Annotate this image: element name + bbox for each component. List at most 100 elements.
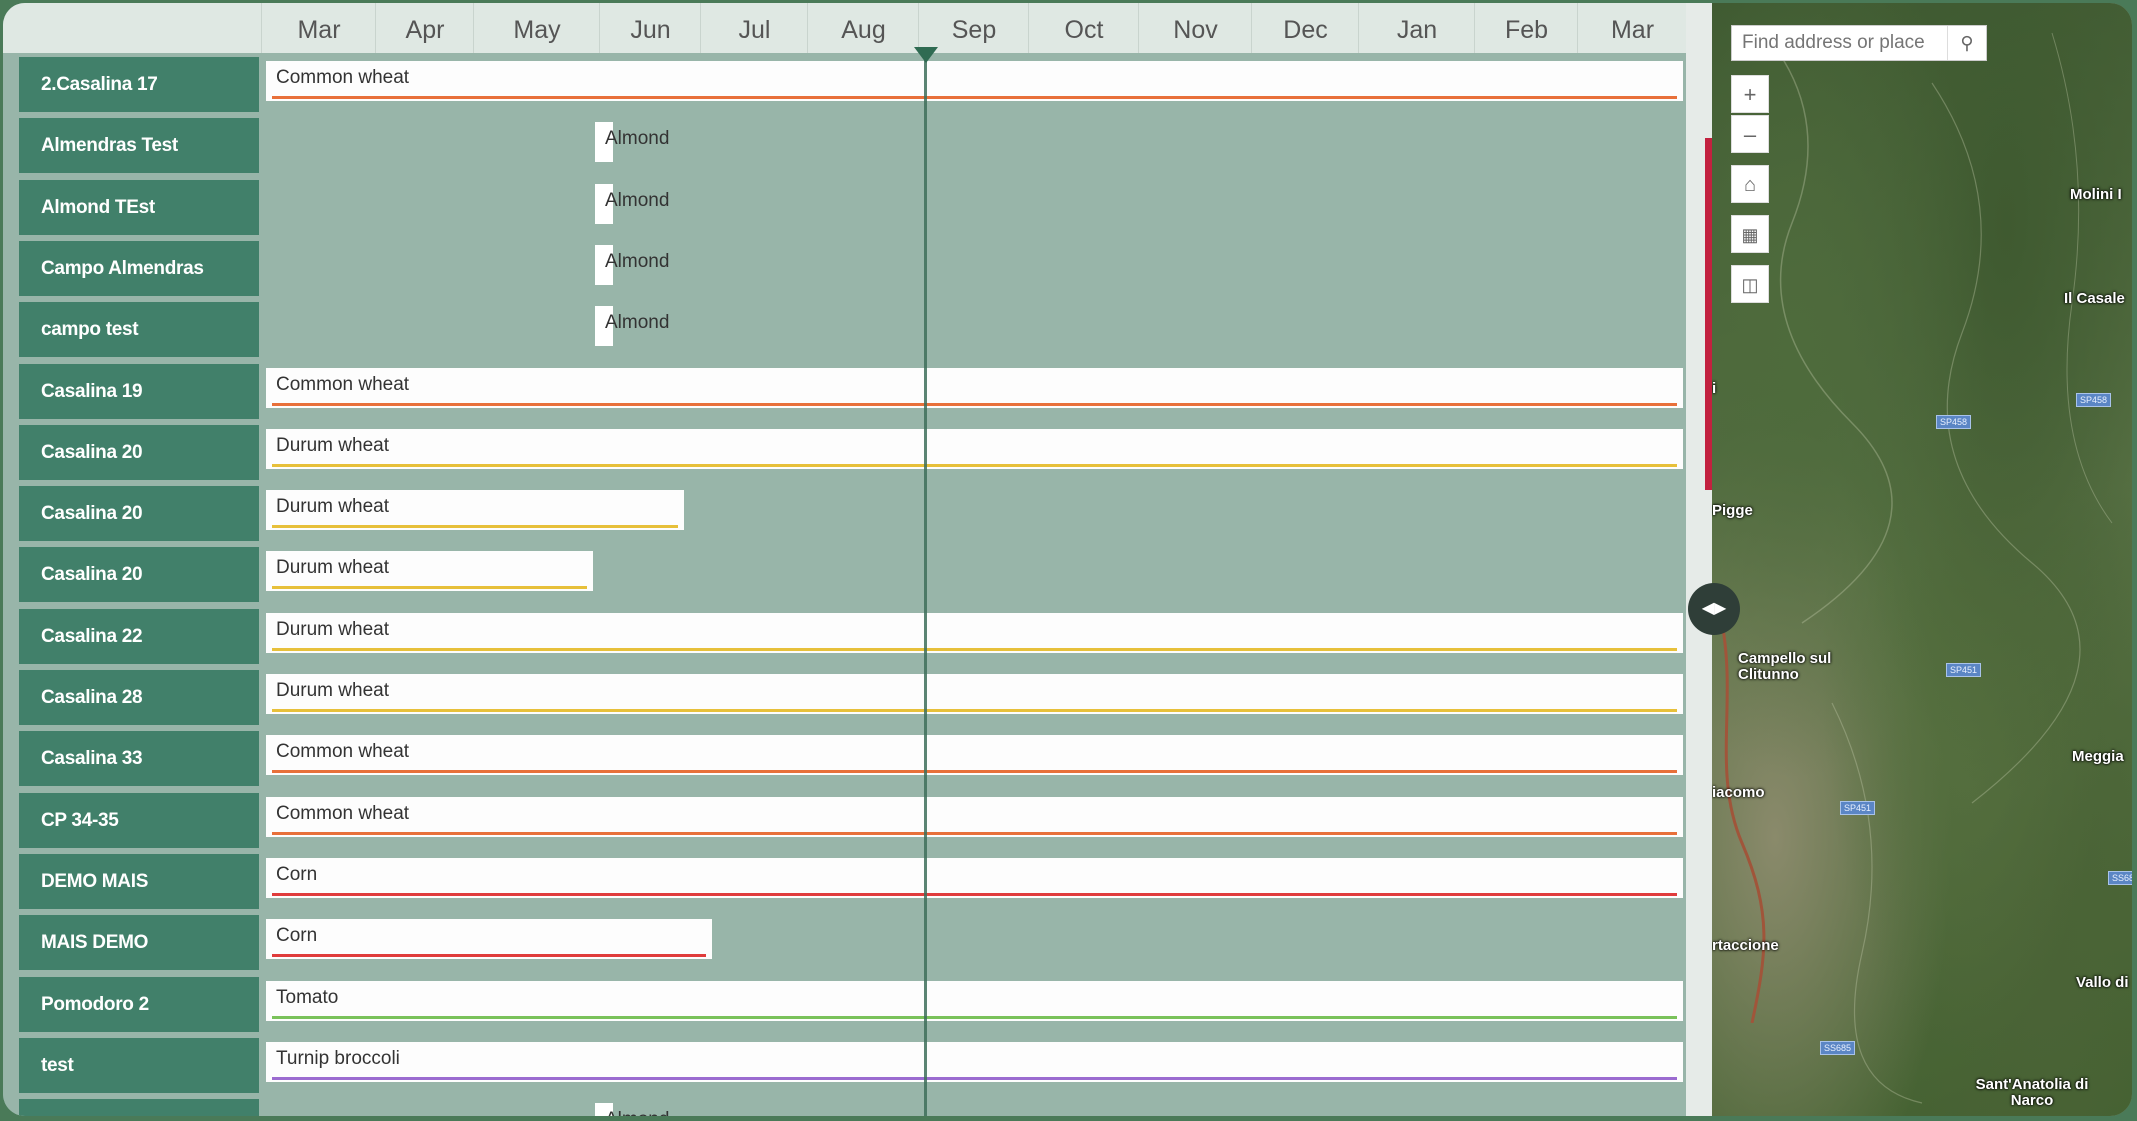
field-name-label[interactable]: MAIS DEMO [19,915,259,971]
gantt-row: Campo Almendras Almond [3,239,1686,300]
crop-name: Durum wheat [276,496,389,518]
field-name-label[interactable]: Casalina 33 [19,731,259,787]
field-name-label[interactable]: Pomodoro 2 [19,976,259,1032]
crop-color-line [272,402,1677,406]
field-name-label[interactable]: Casalina 20 [19,486,259,542]
field-name-label[interactable]: 2.Casalina 17 [19,57,259,112]
crop-name: Turnip broccoli [276,1047,400,1069]
map-place-label: Campello sul Clitunno [1738,650,1832,683]
field-name-label[interactable]: Almendras Test [19,118,259,174]
crop-cycle-bar[interactable]: Turnip broccoli [266,1041,1683,1082]
crop-name: Common wheat [276,67,410,88]
month-label: Mar [261,3,376,53]
app-frame: Mar Apr May Jun Jul Aug Sep Oct Nov Dec Jan Feb Mar … [3,3,2132,1116]
gantt-row: Almond [3,1097,1686,1116]
map-place-label: Il Casale [2064,290,2125,307]
gantt-row: Casalina 20 Durum wheat [3,423,1686,484]
crop-name: Durum wheat [276,434,389,456]
crop-cycle-bar[interactable]: Tomato [266,980,1683,1021]
road-number-badge: SP451 [1946,663,1982,677]
crop-cycle-bar[interactable]: Corn [266,857,1683,898]
map-place-label: Molini I [2070,186,2122,203]
month-label: Oct [1028,3,1139,53]
map-place-label: Pigge [1712,502,1753,519]
crop-color-line [272,647,1677,651]
crop-name: Almond [605,1109,669,1116]
field-name-label[interactable]: test [19,1037,259,1093]
timeline-header: Mar Apr May Jun Jul Aug Sep Oct Nov Dec Jan Feb Mar [3,3,1686,54]
satellite-map[interactable]: ⚲ + – ⌂ ▦ ◫ Molini I Il Casale i Pigge Campe… [1712,3,2132,1116]
crop-cycle-bar[interactable]: Durum wheat [266,612,1683,653]
zoom-out-button[interactable]: – [1731,115,1769,153]
crop-name: Almond [605,128,670,150]
scrollbar-thumb[interactable] [1705,138,1712,490]
compare-icon[interactable]: ◫ [1731,265,1769,303]
basemap-gallery-icon[interactable]: ▦ [1731,215,1769,253]
current-date-line [924,53,927,1116]
field-name-label[interactable]: DEMO MAIS [19,853,259,909]
home-icon[interactable]: ⌂ [1731,165,1769,203]
chevron-right-icon: ▶ [1714,600,1727,617]
month-label: Jan [1358,3,1475,53]
field-name-label[interactable]: Casalina 22 [19,608,259,664]
crop-cycle-bar[interactable]: Corn [266,919,712,960]
crop-cycle-bar[interactable]: Common wheat [266,367,1683,408]
crop-color-line [272,525,678,529]
gantt-row: Pomodoro 2 Tomato [3,975,1686,1036]
crop-name: Almond [605,250,670,272]
month-label: Jul [700,3,808,53]
field-name-label[interactable]: Casalina 20 [19,424,259,480]
field-name-label[interactable] [19,1099,259,1116]
gantt-row: Casalina 33 Common wheat [3,729,1686,790]
field-name-label[interactable]: CP 34-35 [19,792,259,848]
map-place-label: i [1712,380,1717,397]
month-label: May [473,3,600,53]
crop-color-line [272,892,1677,896]
crop-color-line [272,831,1677,835]
current-date-marker-icon[interactable] [914,47,938,63]
crop-cycle-bar[interactable]: Durum wheat [266,428,1683,469]
month-label: Sep [918,3,1029,53]
month-label: Mar [1577,3,1687,53]
field-name-label[interactable]: Almond TEst [19,179,259,235]
crop-cycle-bar[interactable]: Durum wheat [266,674,1683,714]
crop-color-line [272,1076,1677,1080]
crop-cycle-bar[interactable]: Durum wheat [266,490,684,531]
month-label: Apr [375,3,474,53]
crop-name: Durum wheat [276,618,389,640]
crop-name: Common wheat [276,741,410,763]
gantt-row: Casalina 20 Durum wheat [3,545,1686,606]
road-number-badge: SS685 [2108,871,2132,885]
gantt-row: Casalina 28 Durum wheat [3,668,1686,729]
field-name-label[interactable]: Campo Almendras [19,240,259,296]
map-search-box: ⚲ [1731,25,1987,61]
crop-color-line [272,709,1677,712]
chevron-left-icon: ◀ [1701,600,1714,617]
gantt-row: Casalina 22 Durum wheat [3,607,1686,668]
month-label: Dec [1251,3,1359,53]
map-search-input[interactable] [1732,26,1950,60]
crop-cycle-bar[interactable]: Common wheat [266,61,1683,101]
crop-name: Corn [276,925,318,947]
road-number-badge: SS685 [1820,1041,1856,1055]
map-place-label: Vallo di [2076,974,2129,991]
crop-cycle-bar[interactable]: Common wheat [266,735,1683,776]
gantt-row: Almendras Test Almond [3,116,1686,177]
month-label: Feb [1474,3,1578,53]
zoom-in-button[interactable]: + [1731,75,1769,113]
crop-cycle-bar[interactable]: Durum wheat [266,551,593,592]
magnifier-icon[interactable]: ⚲ [1947,26,1986,60]
field-name-label[interactable]: Casalina 19 [19,363,259,419]
field-name-label[interactable]: campo test [19,302,259,358]
field-name-label[interactable]: Casalina 20 [19,547,259,603]
crop-cycle-bar[interactable]: Common wheat [266,796,1683,837]
panel-resize-handle[interactable]: ◀▶ [1688,583,1740,635]
crop-name: Common wheat [276,802,410,824]
gantt-row: campo test Almond [3,300,1686,361]
crop-name: Durum wheat [276,680,389,701]
field-name-label[interactable]: Casalina 28 [19,670,259,725]
map-place-label: Meggia [2072,748,2124,765]
gantt-row: Casalina 19 Common wheat [3,362,1686,423]
crop-gantt-chart: 2.Casalina 17 Common wheat Almendras Test A… [3,53,1686,1116]
gantt-row: CP 34-35 Common wheat [3,791,1686,852]
